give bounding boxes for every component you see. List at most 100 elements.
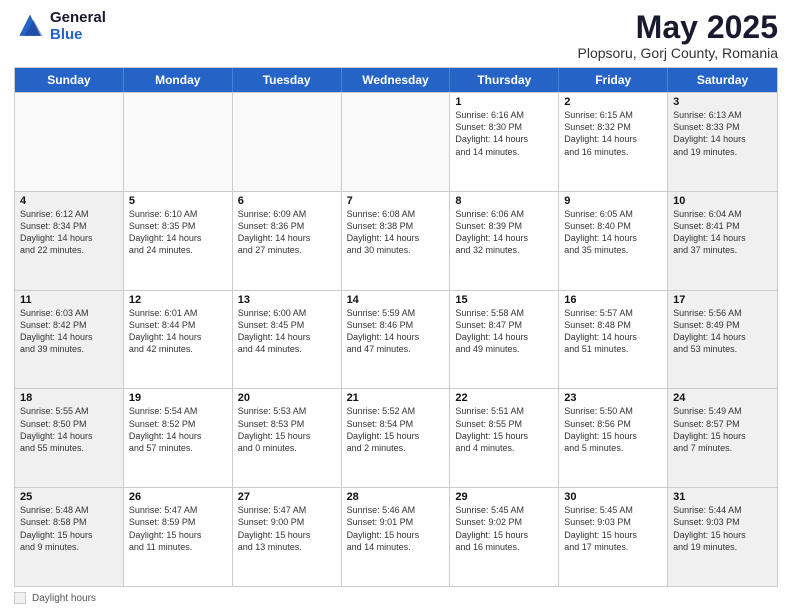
day-number: 5 (129, 195, 227, 207)
day-number: 24 (673, 392, 772, 404)
day-cell-3: 3Sunrise: 6:13 AM Sunset: 8:33 PM Daylig… (668, 93, 777, 191)
day-number: 31 (673, 491, 772, 503)
day-cell-12: 12Sunrise: 6:01 AM Sunset: 8:44 PM Dayli… (124, 291, 233, 389)
day-info: Sunrise: 6:01 AM Sunset: 8:44 PM Dayligh… (129, 307, 227, 356)
calendar-body: 1Sunrise: 6:16 AM Sunset: 8:30 PM Daylig… (15, 92, 777, 586)
day-header-tuesday: Tuesday (233, 68, 342, 92)
page: General Blue May 2025 Plopsoru, Gorj Cou… (0, 0, 792, 612)
logo-text: General Blue (50, 10, 106, 43)
day-number: 18 (20, 392, 118, 404)
day-header-sunday: Sunday (15, 68, 124, 92)
day-info: Sunrise: 6:09 AM Sunset: 8:36 PM Dayligh… (238, 208, 336, 257)
day-number: 6 (238, 195, 336, 207)
day-info: Sunrise: 5:45 AM Sunset: 9:02 PM Dayligh… (455, 504, 553, 553)
day-info: Sunrise: 5:51 AM Sunset: 8:55 PM Dayligh… (455, 405, 553, 454)
week-row-2: 4Sunrise: 6:12 AM Sunset: 8:34 PM Daylig… (15, 191, 777, 290)
legend-label: Daylight hours (32, 593, 96, 604)
day-info: Sunrise: 5:46 AM Sunset: 9:01 PM Dayligh… (347, 504, 445, 553)
day-cell-14: 14Sunrise: 5:59 AM Sunset: 8:46 PM Dayli… (342, 291, 451, 389)
day-header-monday: Monday (124, 68, 233, 92)
day-cell-1: 1Sunrise: 6:16 AM Sunset: 8:30 PM Daylig… (450, 93, 559, 191)
day-number: 1 (455, 96, 553, 108)
day-info: Sunrise: 5:58 AM Sunset: 8:47 PM Dayligh… (455, 307, 553, 356)
day-cell-21: 21Sunrise: 5:52 AM Sunset: 8:54 PM Dayli… (342, 389, 451, 487)
day-info: Sunrise: 6:03 AM Sunset: 8:42 PM Dayligh… (20, 307, 118, 356)
day-cell-13: 13Sunrise: 6:00 AM Sunset: 8:45 PM Dayli… (233, 291, 342, 389)
week-row-1: 1Sunrise: 6:16 AM Sunset: 8:30 PM Daylig… (15, 92, 777, 191)
day-info: Sunrise: 5:56 AM Sunset: 8:49 PM Dayligh… (673, 307, 772, 356)
day-number: 29 (455, 491, 553, 503)
week-row-3: 11Sunrise: 6:03 AM Sunset: 8:42 PM Dayli… (15, 290, 777, 389)
day-info: Sunrise: 6:00 AM Sunset: 8:45 PM Dayligh… (238, 307, 336, 356)
day-info: Sunrise: 6:08 AM Sunset: 8:38 PM Dayligh… (347, 208, 445, 257)
day-info: Sunrise: 5:54 AM Sunset: 8:52 PM Dayligh… (129, 405, 227, 454)
day-info: Sunrise: 6:15 AM Sunset: 8:32 PM Dayligh… (564, 109, 662, 158)
day-number: 22 (455, 392, 553, 404)
day-info: Sunrise: 6:12 AM Sunset: 8:34 PM Dayligh… (20, 208, 118, 257)
day-number: 13 (238, 294, 336, 306)
day-cell-22: 22Sunrise: 5:51 AM Sunset: 8:55 PM Dayli… (450, 389, 559, 487)
day-info: Sunrise: 5:49 AM Sunset: 8:57 PM Dayligh… (673, 405, 772, 454)
day-cell-27: 27Sunrise: 5:47 AM Sunset: 9:00 PM Dayli… (233, 488, 342, 586)
day-info: Sunrise: 5:57 AM Sunset: 8:48 PM Dayligh… (564, 307, 662, 356)
day-number: 15 (455, 294, 553, 306)
day-cell-23: 23Sunrise: 5:50 AM Sunset: 8:56 PM Dayli… (559, 389, 668, 487)
day-number: 27 (238, 491, 336, 503)
day-number: 14 (347, 294, 445, 306)
day-cell-4: 4Sunrise: 6:12 AM Sunset: 8:34 PM Daylig… (15, 192, 124, 290)
day-cell-11: 11Sunrise: 6:03 AM Sunset: 8:42 PM Dayli… (15, 291, 124, 389)
day-info: Sunrise: 6:04 AM Sunset: 8:41 PM Dayligh… (673, 208, 772, 257)
day-number: 19 (129, 392, 227, 404)
day-cell-19: 19Sunrise: 5:54 AM Sunset: 8:52 PM Dayli… (124, 389, 233, 487)
logo: General Blue (14, 10, 106, 43)
day-cell-24: 24Sunrise: 5:49 AM Sunset: 8:57 PM Dayli… (668, 389, 777, 487)
day-header-saturday: Saturday (668, 68, 777, 92)
day-cell-2: 2Sunrise: 6:15 AM Sunset: 8:32 PM Daylig… (559, 93, 668, 191)
logo-general: General (50, 10, 106, 27)
day-info: Sunrise: 5:53 AM Sunset: 8:53 PM Dayligh… (238, 405, 336, 454)
location-subtitle: Plopsoru, Gorj County, Romania (578, 45, 779, 61)
month-title: May 2025 (578, 10, 779, 45)
day-cell-31: 31Sunrise: 5:44 AM Sunset: 9:03 PM Dayli… (668, 488, 777, 586)
day-number: 12 (129, 294, 227, 306)
day-header-thursday: Thursday (450, 68, 559, 92)
day-number: 26 (129, 491, 227, 503)
day-number: 7 (347, 195, 445, 207)
day-number: 17 (673, 294, 772, 306)
day-number: 21 (347, 392, 445, 404)
day-cell-8: 8Sunrise: 6:06 AM Sunset: 8:39 PM Daylig… (450, 192, 559, 290)
week-row-4: 18Sunrise: 5:55 AM Sunset: 8:50 PM Dayli… (15, 388, 777, 487)
footer: Daylight hours (14, 592, 778, 604)
day-info: Sunrise: 6:13 AM Sunset: 8:33 PM Dayligh… (673, 109, 772, 158)
day-number: 20 (238, 392, 336, 404)
day-header-friday: Friday (559, 68, 668, 92)
day-cell-5: 5Sunrise: 6:10 AM Sunset: 8:35 PM Daylig… (124, 192, 233, 290)
empty-cell-0-3 (342, 93, 451, 191)
logo-blue: Blue (50, 27, 106, 44)
day-info: Sunrise: 5:44 AM Sunset: 9:03 PM Dayligh… (673, 504, 772, 553)
day-number: 10 (673, 195, 772, 207)
day-info: Sunrise: 6:06 AM Sunset: 8:39 PM Dayligh… (455, 208, 553, 257)
day-info: Sunrise: 5:55 AM Sunset: 8:50 PM Dayligh… (20, 405, 118, 454)
day-number: 16 (564, 294, 662, 306)
day-info: Sunrise: 5:47 AM Sunset: 8:59 PM Dayligh… (129, 504, 227, 553)
day-cell-6: 6Sunrise: 6:09 AM Sunset: 8:36 PM Daylig… (233, 192, 342, 290)
day-number: 8 (455, 195, 553, 207)
calendar: SundayMondayTuesdayWednesdayThursdayFrid… (14, 67, 778, 587)
empty-cell-0-0 (15, 93, 124, 191)
day-info: Sunrise: 6:16 AM Sunset: 8:30 PM Dayligh… (455, 109, 553, 158)
day-number: 2 (564, 96, 662, 108)
day-number: 25 (20, 491, 118, 503)
day-cell-20: 20Sunrise: 5:53 AM Sunset: 8:53 PM Dayli… (233, 389, 342, 487)
day-cell-7: 7Sunrise: 6:08 AM Sunset: 8:38 PM Daylig… (342, 192, 451, 290)
day-info: Sunrise: 6:10 AM Sunset: 8:35 PM Dayligh… (129, 208, 227, 257)
day-info: Sunrise: 5:48 AM Sunset: 8:58 PM Dayligh… (20, 504, 118, 553)
day-cell-10: 10Sunrise: 6:04 AM Sunset: 8:41 PM Dayli… (668, 192, 777, 290)
calendar-header: SundayMondayTuesdayWednesdayThursdayFrid… (15, 68, 777, 92)
day-header-wednesday: Wednesday (342, 68, 451, 92)
header: General Blue May 2025 Plopsoru, Gorj Cou… (14, 10, 778, 61)
empty-cell-0-2 (233, 93, 342, 191)
day-number: 23 (564, 392, 662, 404)
day-info: Sunrise: 6:05 AM Sunset: 8:40 PM Dayligh… (564, 208, 662, 257)
day-cell-17: 17Sunrise: 5:56 AM Sunset: 8:49 PM Dayli… (668, 291, 777, 389)
